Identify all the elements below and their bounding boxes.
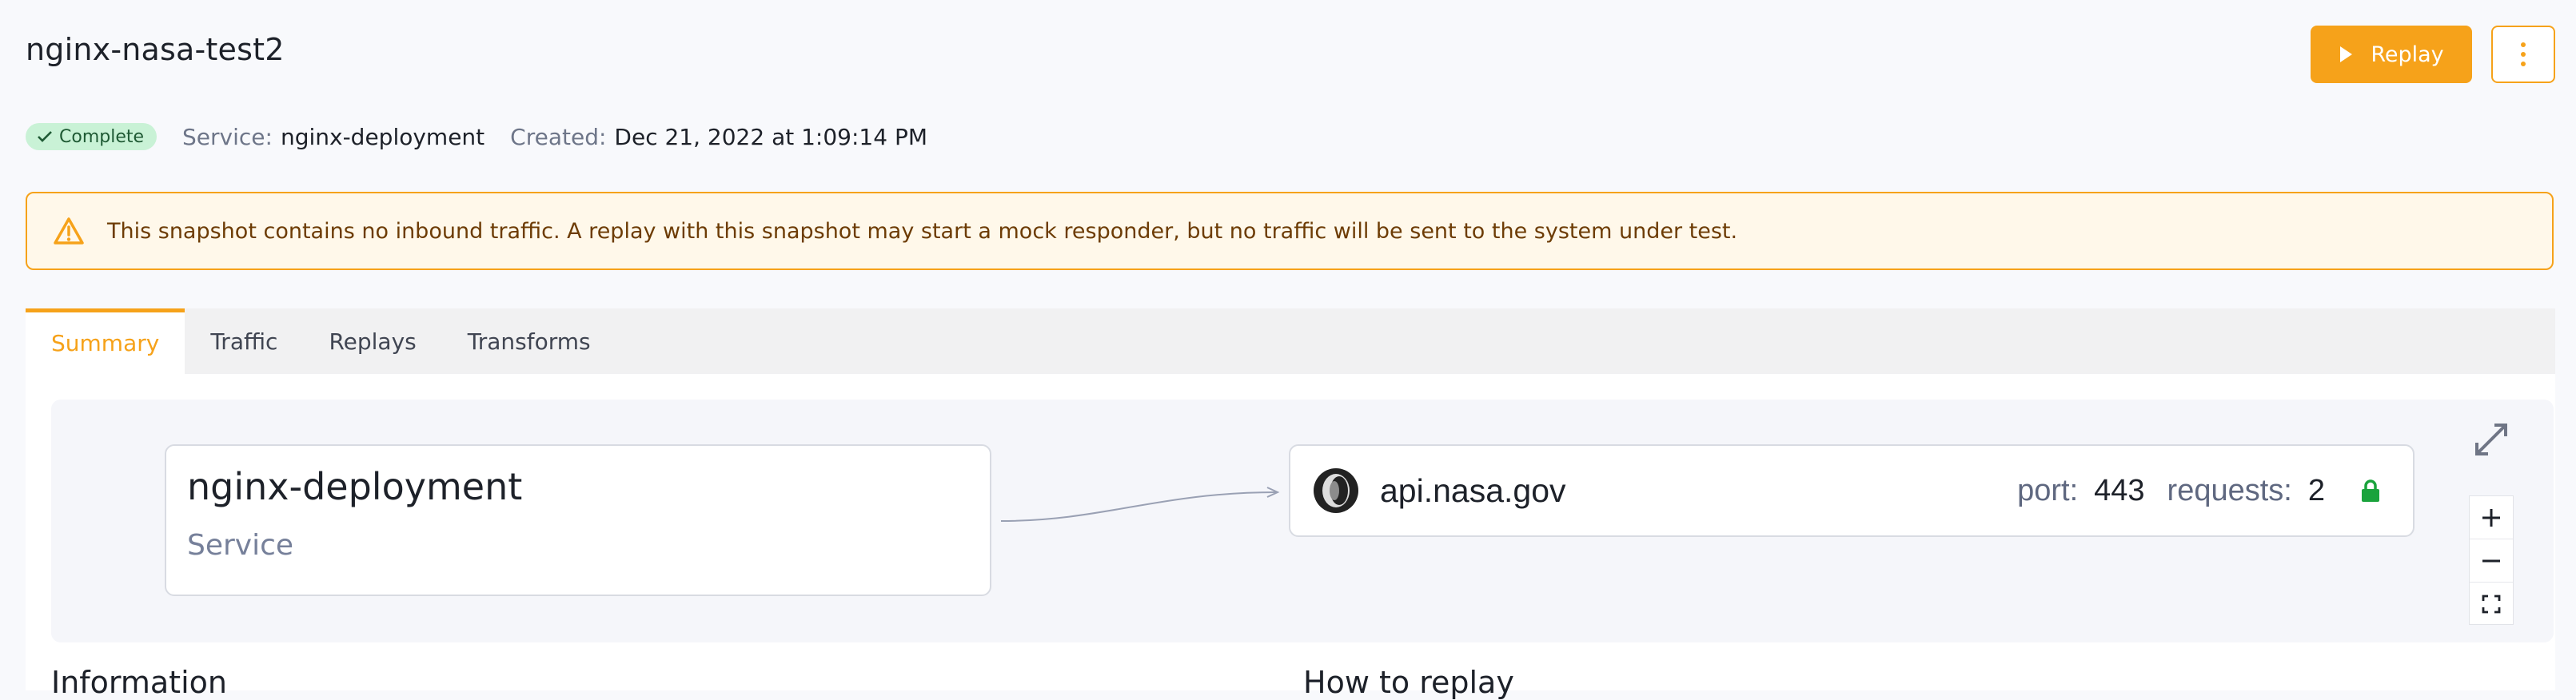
fit-view-button[interactable]	[2470, 583, 2513, 626]
plus-icon	[2482, 508, 2500, 527]
warning-icon	[54, 217, 84, 245]
tab-traffic[interactable]: Traffic	[185, 308, 303, 374]
upstream-stats: port: 443 requests: 2	[2017, 474, 2381, 508]
service-node-type: Service	[187, 529, 294, 562]
replay-button-label: Replay	[2371, 42, 2444, 67]
minus-icon	[2482, 559, 2500, 562]
check-icon	[38, 131, 52, 142]
zoom-controls	[2469, 495, 2514, 625]
status-badge-label: Complete	[59, 126, 145, 147]
replay-button[interactable]: Replay	[2311, 26, 2472, 83]
expand-icon[interactable]	[2472, 420, 2510, 459]
requests-value: 2	[2307, 473, 2325, 507]
fit-view-icon	[2482, 595, 2501, 614]
page-title: nginx-nasa-test2	[26, 32, 285, 67]
more-vertical-icon	[2521, 42, 2526, 66]
information-heading: Information	[51, 665, 227, 700]
upstream-node[interactable]: api.nasa.gov port: 443 requests: 2	[1289, 444, 2415, 537]
service-node[interactable]: nginx-deployment Service	[165, 444, 991, 596]
created-value: Dec 21, 2022 at 1:09:14 PM	[614, 123, 927, 150]
requests-label: requests:	[2167, 473, 2292, 507]
alert-text: This snapshot contains no inbound traffi…	[107, 218, 1738, 244]
snapshot-meta: Complete Service: nginx-deployment Creat…	[26, 123, 953, 150]
play-icon	[2340, 46, 2353, 62]
no-inbound-traffic-alert: This snapshot contains no inbound traffi…	[26, 192, 2554, 270]
tab-transforms[interactable]: Transforms	[442, 308, 616, 374]
zoom-in-button[interactable]	[2470, 496, 2513, 539]
upstream-host: api.nasa.gov	[1380, 471, 1566, 509]
zoom-out-button[interactable]	[2470, 539, 2513, 583]
service-label: Service:	[182, 123, 273, 150]
more-options-button[interactable]	[2491, 26, 2555, 83]
tab-summary[interactable]: Summary	[26, 308, 185, 374]
lock-icon	[2362, 479, 2379, 502]
status-badge: Complete	[26, 123, 158, 150]
port-label: port:	[2017, 473, 2079, 507]
json-logo-icon	[1314, 468, 1358, 513]
connection-edge	[1000, 487, 1280, 522]
how-to-replay-heading: How to replay	[1303, 665, 1514, 700]
service-value: nginx-deployment	[280, 123, 485, 150]
service-node-name: nginx-deployment	[187, 465, 523, 508]
created-label: Created:	[510, 123, 607, 150]
tab-bar: Summary Traffic Replays Transforms	[26, 308, 2555, 375]
tab-replays[interactable]: Replays	[303, 308, 441, 374]
port-value: 443	[2094, 473, 2145, 507]
